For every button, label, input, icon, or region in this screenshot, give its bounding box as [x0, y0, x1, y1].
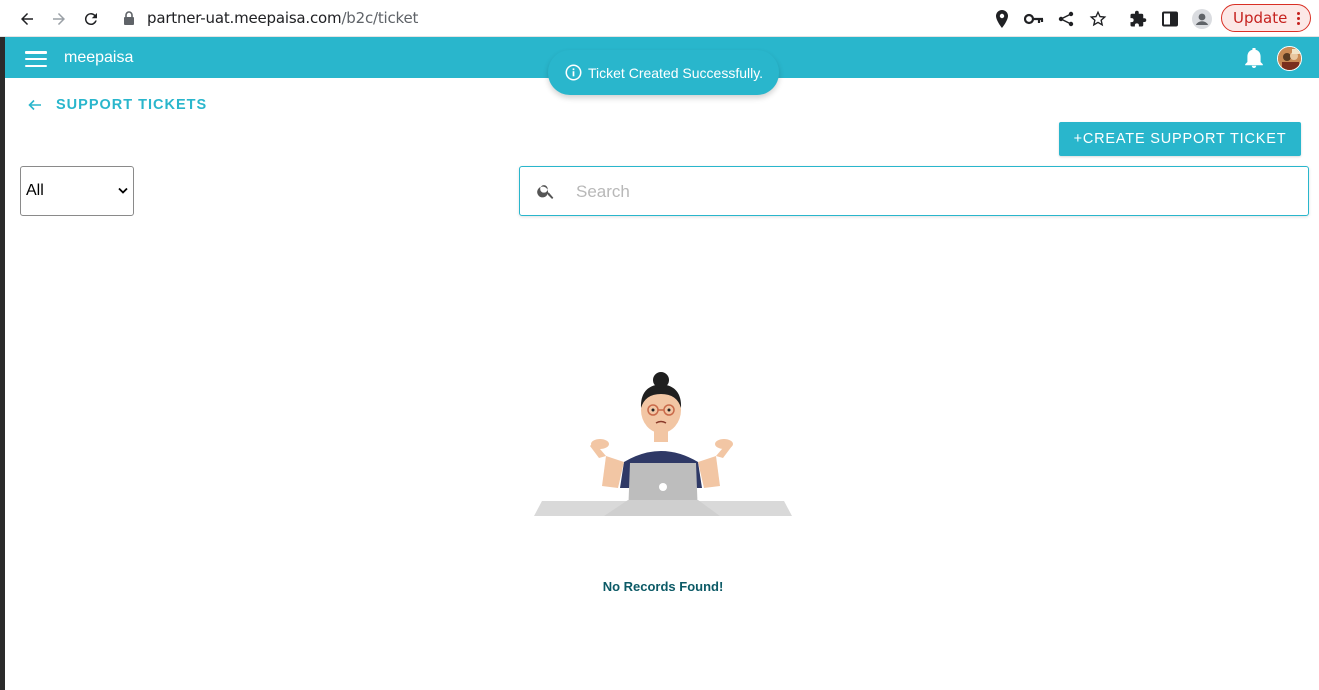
update-label: Update [1233, 9, 1288, 27]
reload-icon[interactable] [80, 8, 102, 30]
empty-state-illustration [534, 372, 792, 516]
forward-arrow-icon[interactable] [48, 8, 70, 30]
search-icon [537, 185, 554, 199]
window-edge [0, 37, 5, 690]
star-icon[interactable] [1088, 9, 1108, 29]
info-icon [565, 64, 582, 81]
key-icon[interactable] [1024, 9, 1044, 29]
update-button[interactable]: Update [1221, 4, 1311, 32]
notification-bell-icon[interactable] [1245, 47, 1263, 73]
back-arrow-icon[interactable] [16, 8, 38, 30]
status-filter-select[interactable]: All [20, 166, 134, 216]
share-icon[interactable] [1056, 9, 1076, 29]
chevron-down-icon [118, 187, 128, 194]
more-vert-icon[interactable] [1297, 12, 1301, 25]
extensions-icon[interactable] [1128, 9, 1148, 29]
search-box [519, 166, 1309, 216]
search-input[interactable] [576, 179, 1276, 205]
back-link[interactable]: SUPPORT TICKETS [28, 97, 207, 113]
menu-icon[interactable] [25, 51, 47, 67]
lock-icon[interactable] [123, 11, 135, 30]
address-bar[interactable]: partner-uat.meepaisa.com/b2c/ticket [147, 9, 418, 27]
success-toast: Ticket Created Successfully. [548, 50, 779, 95]
create-support-ticket-button[interactable]: +CREATE SUPPORT TICKET [1059, 122, 1301, 156]
location-icon[interactable] [992, 9, 1012, 29]
avatar[interactable] [1277, 46, 1302, 71]
brand-name[interactable]: meepaisa [64, 49, 133, 67]
toast-message: Ticket Created Successfully. [588, 64, 764, 81]
browser-toolbar: partner-uat.meepaisa.com/b2c/ticket Upda… [0, 0, 1319, 37]
page-title[interactable]: SUPPORT TICKETS [56, 97, 207, 113]
profile-icon[interactable] [1192, 9, 1212, 29]
side-panel-icon[interactable] [1160, 9, 1180, 29]
filter-selected-value: All [26, 182, 44, 199]
no-records-message: No Records Found! [602, 579, 724, 594]
arrow-left-icon[interactable] [28, 99, 42, 111]
